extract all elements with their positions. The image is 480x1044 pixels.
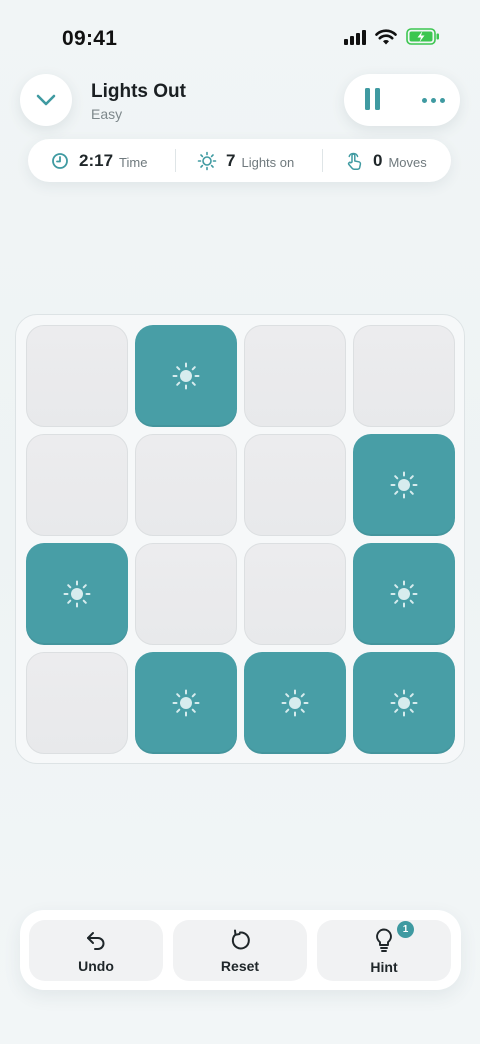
light-cell-on[interactable] bbox=[135, 325, 237, 427]
reset-button[interactable]: Reset bbox=[173, 920, 307, 981]
stat-divider bbox=[322, 149, 323, 172]
light-cell-on[interactable] bbox=[353, 434, 455, 536]
light-cell-on[interactable] bbox=[353, 652, 455, 754]
pause-button[interactable] bbox=[360, 88, 384, 112]
sun-icon bbox=[389, 688, 419, 718]
page-title: Lights Out bbox=[91, 81, 186, 102]
reset-icon bbox=[231, 929, 250, 949]
cellular-signal-icon bbox=[344, 29, 366, 45]
hint-button[interactable]: Hint 1 bbox=[317, 920, 451, 981]
light-cell-on[interactable] bbox=[135, 652, 237, 754]
undo-icon bbox=[87, 931, 105, 950]
game-board bbox=[15, 314, 465, 764]
sun-icon bbox=[197, 151, 217, 171]
moves-value: 0 bbox=[373, 150, 383, 170]
light-cell-on[interactable] bbox=[353, 543, 455, 645]
light-cell-on[interactable] bbox=[244, 652, 346, 754]
time-label: Time bbox=[119, 154, 148, 170]
more-dots-icon bbox=[421, 97, 427, 103]
light-cell-off[interactable] bbox=[26, 325, 128, 427]
time-value: 2:17 bbox=[79, 150, 114, 170]
sun-icon bbox=[389, 470, 419, 500]
status-icons bbox=[344, 28, 440, 45]
lights-out-screen: 09:41 Lights Out Easy 2:17 Time 7 Lights… bbox=[0, 0, 480, 1044]
sun-icon bbox=[62, 579, 92, 609]
light-cell-on[interactable] bbox=[26, 543, 128, 645]
sun-icon bbox=[280, 688, 310, 718]
stats-bar: 2:17 Time 7 Lights on 0 Moves bbox=[28, 139, 451, 182]
stat-divider bbox=[175, 149, 176, 172]
light-cell-off[interactable] bbox=[244, 325, 346, 427]
hint-count-badge: 1 bbox=[397, 921, 414, 938]
action-bar: Undo Reset Hint 1 bbox=[20, 910, 461, 990]
sun-icon bbox=[389, 579, 419, 609]
clock-icon bbox=[50, 151, 70, 171]
stat-lights-on: 7 Lights on bbox=[197, 139, 294, 182]
stat-time: 2:17 Time bbox=[50, 139, 147, 182]
sun-icon bbox=[171, 688, 201, 718]
stat-moves: 0 Moves bbox=[344, 139, 427, 182]
chevron-down-icon bbox=[36, 94, 56, 106]
light-cell-off[interactable] bbox=[244, 543, 346, 645]
tap-hand-icon bbox=[344, 151, 364, 171]
pause-icon bbox=[364, 88, 370, 110]
light-cell-off[interactable] bbox=[244, 434, 346, 536]
hint-label: Hint bbox=[370, 958, 398, 975]
difficulty-label: Easy bbox=[91, 106, 123, 122]
lightbulb-icon bbox=[376, 928, 392, 952]
light-cell-off[interactable] bbox=[353, 325, 455, 427]
light-cell-off[interactable] bbox=[135, 434, 237, 536]
status-time: 09:41 bbox=[62, 27, 118, 50]
wifi-icon bbox=[375, 28, 397, 44]
light-cell-off[interactable] bbox=[135, 543, 237, 645]
status-bar: 09:41 bbox=[0, 0, 480, 78]
light-cell-off[interactable] bbox=[26, 652, 128, 754]
reset-label: Reset bbox=[220, 957, 260, 974]
lights-on-label: Lights on bbox=[241, 154, 295, 170]
battery-charging-icon bbox=[406, 28, 439, 45]
lights-on-value: 7 bbox=[226, 150, 236, 170]
header-actions bbox=[344, 74, 460, 126]
light-cell-off[interactable] bbox=[26, 434, 128, 536]
undo-button[interactable]: Undo bbox=[29, 920, 163, 981]
sun-icon bbox=[171, 361, 201, 391]
collapse-button[interactable] bbox=[20, 74, 72, 126]
undo-label: Undo bbox=[78, 957, 114, 974]
more-options-button[interactable] bbox=[416, 88, 450, 112]
moves-label: Moves bbox=[388, 154, 427, 170]
